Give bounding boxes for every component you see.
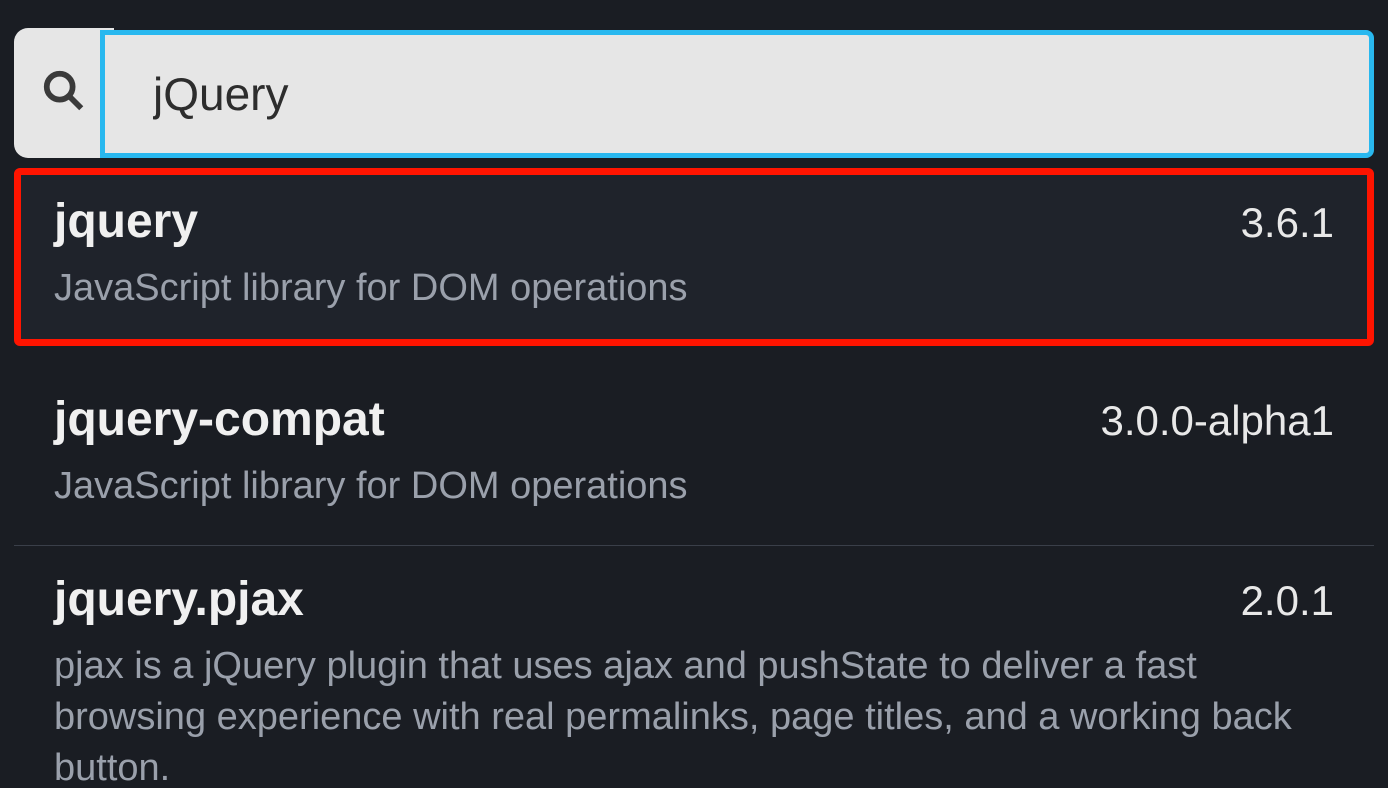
result-item-jquery[interactable]: jquery 3.6.1 JavaScript library for DOM … xyxy=(14,168,1374,346)
results-list: jquery 3.6.1 JavaScript library for DOM … xyxy=(14,168,1374,788)
result-header: jquery 3.6.1 xyxy=(54,194,1334,249)
search-input-container xyxy=(100,30,1374,158)
result-name: jquery-compat xyxy=(54,392,385,447)
result-item-jquery-compat[interactable]: jquery-compat 3.0.0-alpha1 JavaScript li… xyxy=(14,366,1374,545)
result-version: 3.0.0-alpha1 xyxy=(1100,397,1334,445)
search-icon xyxy=(41,68,87,119)
result-description: JavaScript library for DOM operations xyxy=(54,263,1334,314)
search-dropdown: jquery 3.6.1 JavaScript library for DOM … xyxy=(0,0,1388,788)
result-description: pjax is a jQuery plugin that uses ajax a… xyxy=(54,641,1334,788)
search-input[interactable] xyxy=(105,67,1369,121)
search-bar xyxy=(14,30,1374,158)
result-item-jquery-pjax[interactable]: jquery.pjax 2.0.1 pjax is a jQuery plugi… xyxy=(14,546,1374,788)
result-header: jquery-compat 3.0.0-alpha1 xyxy=(54,392,1334,447)
result-version: 3.6.1 xyxy=(1241,199,1334,247)
result-header: jquery.pjax 2.0.1 xyxy=(54,572,1334,627)
result-name: jquery.pjax xyxy=(54,572,304,627)
result-description: JavaScript library for DOM operations xyxy=(54,461,1334,512)
result-version: 2.0.1 xyxy=(1241,577,1334,625)
search-icon-tab xyxy=(14,28,114,158)
result-name: jquery xyxy=(54,194,198,249)
